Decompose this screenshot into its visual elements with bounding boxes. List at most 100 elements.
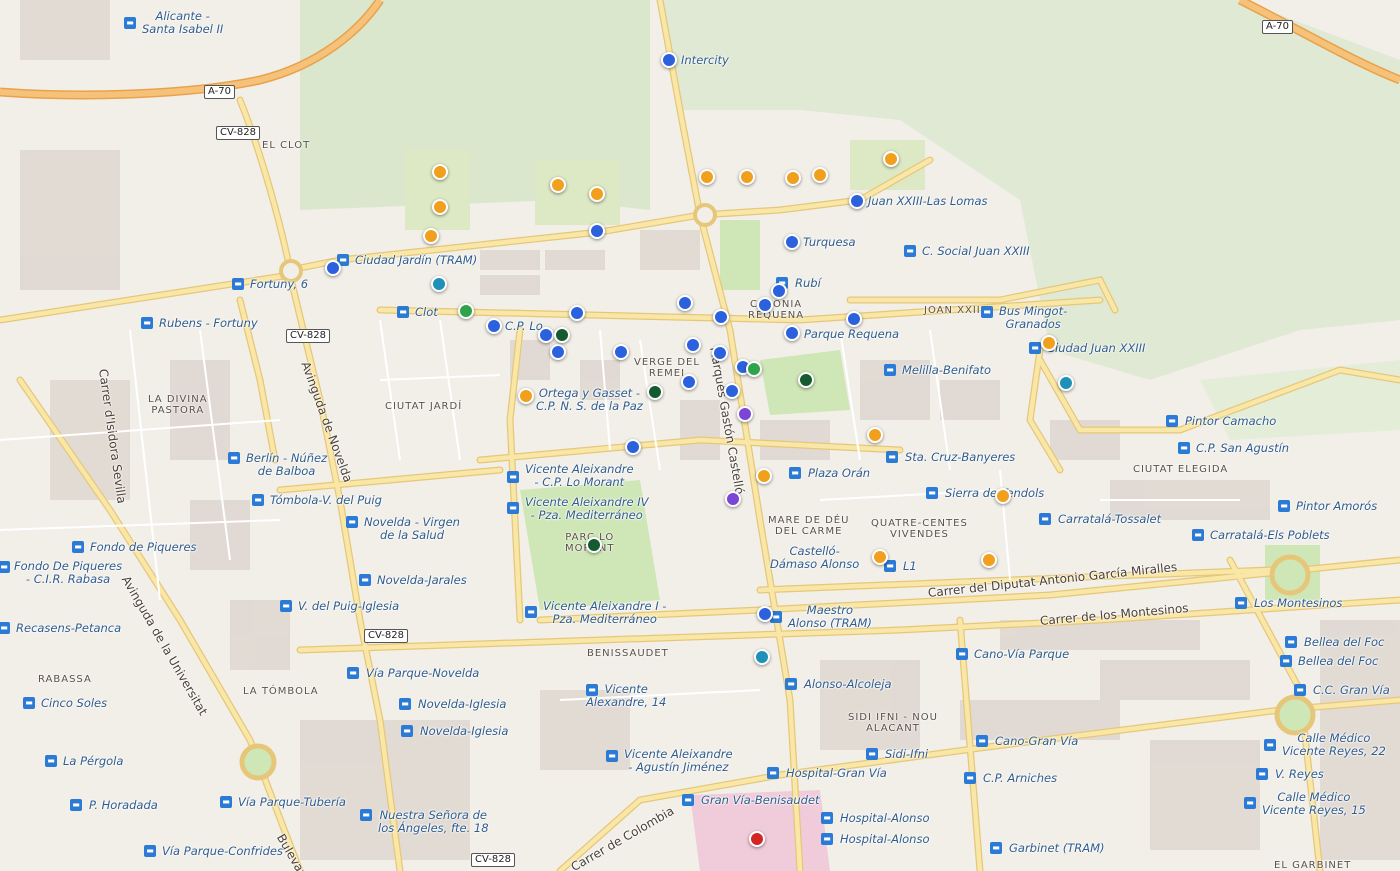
stop-label[interactable]: Carratalá-Els Poblets [1210, 529, 1330, 542]
bus-stop-icon[interactable]: ▬ [124, 17, 136, 29]
stop-label[interactable]: Vía Parque-Tubería [238, 796, 346, 809]
blue-location-marker[interactable] [784, 325, 800, 341]
bus-stop-icon[interactable]: ▬ [359, 574, 371, 586]
bus-stop-icon[interactable]: ▬ [346, 516, 358, 528]
stop-label[interactable]: Bellea del Foc [1304, 636, 1384, 649]
blue-location-marker[interactable] [677, 295, 693, 311]
purple-location-marker[interactable] [725, 491, 741, 507]
bus-stop-icon[interactable]: ▬ [1244, 797, 1256, 809]
stop-label[interactable]: Tómbola-V. del Puig [270, 494, 382, 507]
stop-label[interactable]: Juan XXIII-Las Lomas [868, 195, 988, 208]
bus-stop-icon[interactable]: ▬ [0, 561, 10, 573]
blue-location-marker[interactable] [757, 606, 773, 622]
bus-stop-icon[interactable]: ▬ [1029, 342, 1041, 354]
orange-location-marker[interactable] [981, 552, 997, 568]
bus-stop-icon[interactable]: ▬ [0, 622, 10, 634]
stop-label[interactable]: Vía Parque-Confrides [162, 845, 283, 858]
teal-location-marker[interactable] [431, 276, 447, 292]
stop-label[interactable]: Cano-Gran Vía [995, 735, 1078, 748]
bus-stop-icon[interactable]: ▬ [1278, 500, 1290, 512]
bus-stop-icon[interactable]: ▬ [821, 833, 833, 845]
bus-stop-icon[interactable]: ▬ [144, 845, 156, 857]
bus-stop-icon[interactable]: ▬ [507, 502, 519, 514]
orange-location-marker[interactable] [812, 167, 828, 183]
stop-label[interactable]: Ciudad Juan XXIII [1047, 342, 1145, 355]
bus-stop-icon[interactable]: ▬ [976, 735, 988, 747]
stop-label[interactable]: Novelda-Jarales [377, 574, 467, 587]
bus-stop-icon[interactable]: ▬ [252, 494, 264, 506]
bus-stop-icon[interactable]: ▬ [821, 812, 833, 824]
blue-location-marker[interactable] [486, 318, 502, 334]
stop-label[interactable]: Cinco Soles [41, 697, 107, 710]
orange-location-marker[interactable] [699, 169, 715, 185]
stop-label[interactable]: L1 [903, 560, 917, 573]
orange-location-marker[interactable] [872, 549, 888, 565]
blue-location-marker[interactable] [724, 383, 740, 399]
bus-stop-icon[interactable]: ▬ [1264, 739, 1276, 751]
blue-location-marker[interactable] [712, 345, 728, 361]
bus-stop-icon[interactable]: ▬ [507, 471, 519, 483]
stop-label[interactable]: Novelda-Iglesia [418, 698, 506, 711]
bus-stop-icon[interactable]: ▬ [347, 667, 359, 679]
stop-label[interactable]: Novelda-Iglesia [420, 725, 508, 738]
stop-label[interactable]: Turquesa [803, 236, 856, 249]
bus-stop-icon[interactable]: ▬ [767, 767, 779, 779]
stop-label[interactable]: Vía Parque-Novelda [366, 667, 479, 680]
blue-location-marker[interactable] [613, 344, 629, 360]
bus-stop-icon[interactable]: ▬ [1178, 442, 1190, 454]
bus-stop-icon[interactable]: ▬ [886, 451, 898, 463]
stop-label[interactable]: Rubens - Fortuny [159, 317, 258, 330]
blue-location-marker[interactable] [757, 297, 773, 313]
blue-location-marker[interactable] [661, 52, 677, 68]
stop-label[interactable]: Bus Mingot- Granados [999, 305, 1067, 331]
orange-location-marker[interactable] [995, 488, 1011, 504]
stop-label[interactable]: Bellea del Foc [1298, 655, 1378, 668]
stop-label[interactable]: Recasens-Petanca [16, 622, 121, 635]
stop-label[interactable]: C.C. Gran Vía [1313, 684, 1390, 697]
stop-label[interactable]: Hospital-Alonso [840, 812, 929, 825]
stop-label[interactable]: C.P. San Agustín [1196, 442, 1289, 455]
stop-label[interactable]: Vicente Aleixandre IV - Pza. Mediterráneo [525, 496, 648, 522]
stop-label[interactable]: Calle Médico Vicente Reyes, 15 [1262, 791, 1366, 817]
bus-stop-icon[interactable]: ▬ [1166, 415, 1178, 427]
blue-location-marker[interactable] [550, 344, 566, 360]
teal-location-marker[interactable] [754, 649, 770, 665]
bus-stop-icon[interactable]: ▬ [926, 487, 938, 499]
bus-stop-icon[interactable]: ▬ [525, 606, 537, 618]
bus-stop-icon[interactable]: ▬ [280, 600, 292, 612]
stop-label[interactable]: Melilla-Benifato [902, 364, 991, 377]
blue-location-marker[interactable] [589, 223, 605, 239]
stop-label[interactable]: Intercity [681, 54, 729, 67]
bus-stop-icon[interactable]: ▬ [981, 306, 993, 318]
blue-location-marker[interactable] [569, 305, 585, 321]
green-location-marker[interactable] [458, 303, 474, 319]
stop-label[interactable]: V. Reyes [1275, 768, 1324, 781]
stop-label[interactable]: P. Horadada [89, 799, 158, 812]
stop-label[interactable]: Vicente Aleixandre - C.P. Lo Morant [525, 463, 634, 489]
orange-location-marker[interactable] [756, 468, 772, 484]
stop-label[interactable]: Alicante - Santa Isabel II [142, 10, 223, 36]
blue-location-marker[interactable] [849, 193, 865, 209]
bus-stop-icon[interactable]: ▬ [606, 750, 618, 762]
stop-label[interactable]: Clot [415, 306, 438, 319]
teal-location-marker[interactable] [1058, 375, 1074, 391]
bus-stop-icon[interactable]: ▬ [360, 809, 372, 821]
stop-label[interactable]: C. Social Juan XXIII [922, 245, 1030, 258]
stop-label[interactable]: Castelló- Dámaso Alonso [770, 545, 859, 571]
darkgreen-location-marker[interactable] [798, 372, 814, 388]
stop-label[interactable]: Calle Médico Vicente Reyes, 22 [1282, 732, 1386, 758]
blue-location-marker[interactable] [681, 374, 697, 390]
stop-label[interactable]: Ortega y Gasset - C.P. N. S. de la Paz [536, 387, 643, 413]
darkgreen-location-marker[interactable] [647, 384, 663, 400]
blue-location-marker[interactable] [784, 234, 800, 250]
orange-location-marker[interactable] [432, 164, 448, 180]
bus-stop-icon[interactable]: ▬ [1280, 655, 1292, 667]
purple-location-marker[interactable] [737, 406, 753, 422]
orange-location-marker[interactable] [1041, 335, 1057, 351]
stop-label[interactable]: Fondo De Piqueres - C.I.R. Rabasa [14, 560, 122, 586]
stop-label[interactable]: Novelda - Virgen de la Salud [364, 516, 460, 542]
map-canvas[interactable]: EL CLOT LA DIVINA PASTORA CIUTAT JARDÍ VERGE… [0, 0, 1400, 871]
stop-label[interactable]: Vicente Alexandre, 14 [586, 683, 666, 709]
bus-stop-icon[interactable]: ▬ [45, 755, 57, 767]
stop-label[interactable]: Maestro Alonso (TRAM) [788, 604, 872, 630]
